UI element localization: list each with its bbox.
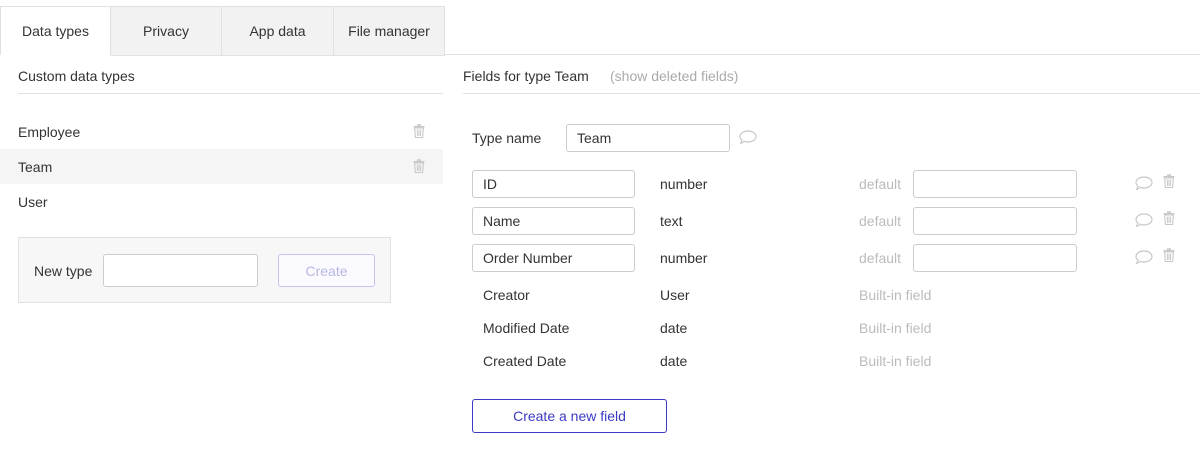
builtin-field-note: Built-in field	[859, 287, 932, 303]
builtin-field-name: Modified Date	[483, 320, 570, 336]
field-name-input-order-number[interactable]	[472, 244, 635, 272]
tab-label: App data	[249, 23, 306, 39]
builtin-field-note: Built-in field	[859, 353, 932, 369]
tab-data-types[interactable]: Data types	[1, 7, 111, 56]
builtin-field-name: Creator	[483, 287, 530, 303]
builtin-field-type: date	[660, 320, 688, 336]
field-default-input-id[interactable]	[913, 170, 1077, 198]
type-item-user[interactable]: User	[18, 184, 443, 219]
tab-app-data[interactable]: App data	[222, 7, 334, 56]
type-item-team[interactable]: Team	[0, 149, 443, 184]
new-type-panel: New type Create	[18, 237, 391, 303]
new-type-input[interactable]	[103, 254, 258, 287]
field-default-label: default	[859, 213, 902, 229]
builtin-field-name: Created Date	[483, 353, 567, 369]
tab-divider	[444, 54, 1200, 55]
builtin-field-note: Built-in field	[859, 320, 932, 336]
tab-file-manager[interactable]: File manager	[334, 7, 445, 56]
field-default-label: default	[859, 176, 902, 192]
field-name-input-id[interactable]	[472, 170, 635, 198]
field-name-input-name[interactable]	[472, 207, 635, 235]
show-deleted-fields-link[interactable]: (show deleted fields)	[610, 68, 738, 84]
field-default-label: default	[859, 250, 902, 266]
custom-types-heading: Custom data types	[18, 68, 135, 84]
tab-label: File manager	[348, 23, 430, 39]
type-name-input[interactable]	[566, 124, 730, 152]
right-divider	[463, 93, 1200, 94]
type-item-employee[interactable]: Employee	[18, 114, 443, 149]
create-type-button[interactable]: Create	[278, 254, 375, 287]
trash-icon[interactable]	[413, 124, 425, 138]
builtin-field-type: date	[660, 353, 688, 369]
data-tab-page: Data types Privacy App data File manager…	[0, 0, 1200, 465]
tab-label: Privacy	[143, 23, 189, 39]
fields-heading: Fields for type Team	[463, 68, 589, 84]
new-type-label: New type	[34, 263, 93, 279]
tab-privacy[interactable]: Privacy	[111, 7, 222, 56]
type-item-label: Employee	[18, 123, 81, 140]
comment-icon[interactable]	[1135, 250, 1153, 264]
type-name-label: Type name	[472, 130, 542, 146]
tab-bar: Data types Privacy App data File manager	[0, 6, 445, 56]
trash-icon[interactable]	[1163, 248, 1175, 262]
comment-icon[interactable]	[739, 130, 757, 144]
comment-icon[interactable]	[1135, 176, 1153, 190]
trash-icon[interactable]	[413, 159, 425, 173]
field-type: text	[660, 213, 683, 229]
comment-icon[interactable]	[1135, 213, 1153, 227]
type-item-label: Team	[18, 158, 53, 175]
type-list: Employee Team User	[0, 114, 443, 219]
tab-label: Data types	[22, 23, 89, 39]
field-type: number	[660, 176, 708, 192]
trash-icon[interactable]	[1163, 211, 1175, 225]
field-default-input-order-number[interactable]	[913, 244, 1077, 272]
create-new-field-button[interactable]: Create a new field	[472, 399, 667, 433]
field-type: number	[660, 250, 708, 266]
type-item-label: User	[18, 193, 48, 210]
left-divider	[18, 93, 443, 94]
builtin-field-type: User	[660, 287, 690, 303]
trash-icon[interactable]	[1163, 174, 1175, 188]
field-default-input-name[interactable]	[913, 207, 1077, 235]
